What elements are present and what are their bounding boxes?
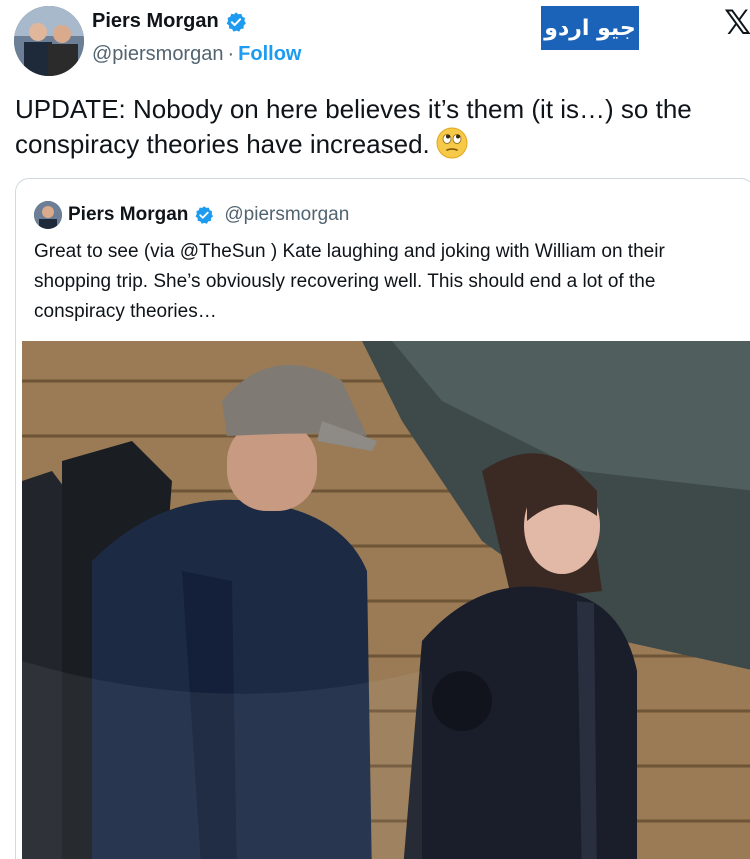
geo-urdu-watermark: جیو اردو xyxy=(541,6,639,50)
author-avatar[interactable] xyxy=(14,6,84,76)
post-text: UPDATE: Nobody on here believes it’s the… xyxy=(15,94,692,159)
author-handle[interactable]: @piersmorgan xyxy=(92,43,223,66)
quoted-post-header: Piers Morgan @piersmorgan xyxy=(34,201,349,229)
follow-button[interactable]: Follow xyxy=(238,43,301,66)
face-with-rolling-eyes-icon xyxy=(436,127,468,159)
quoted-post-photo[interactable] xyxy=(22,341,750,859)
author-name[interactable]: Piers Morgan xyxy=(92,10,219,33)
verified-badge-icon xyxy=(195,206,214,224)
post-body: UPDATE: Nobody on here believes it’s the… xyxy=(15,92,745,162)
quoted-author-name[interactable]: Piers Morgan xyxy=(68,204,188,226)
separator-dot: · xyxy=(227,43,235,65)
geo-urdu-label: جیو اردو xyxy=(544,15,636,41)
quoted-post-text: Great to see (via @TheSun ) Kate laughin… xyxy=(34,241,665,322)
post-header: Piers Morgan @piersmorgan · Follow جیو ا… xyxy=(0,0,750,82)
author-name-row: Piers Morgan xyxy=(92,10,247,33)
quoted-author-avatar[interactable] xyxy=(34,201,62,229)
author-handle-row: @piersmorgan · Follow xyxy=(92,43,301,66)
quoted-post-card[interactable]: Piers Morgan @piersmorgan Great to see (… xyxy=(15,178,750,859)
x-logo-icon[interactable]: 𝕏 xyxy=(724,6,750,40)
verified-badge-icon xyxy=(226,11,246,32)
quoted-author-handle[interactable]: @piersmorgan xyxy=(224,204,349,226)
